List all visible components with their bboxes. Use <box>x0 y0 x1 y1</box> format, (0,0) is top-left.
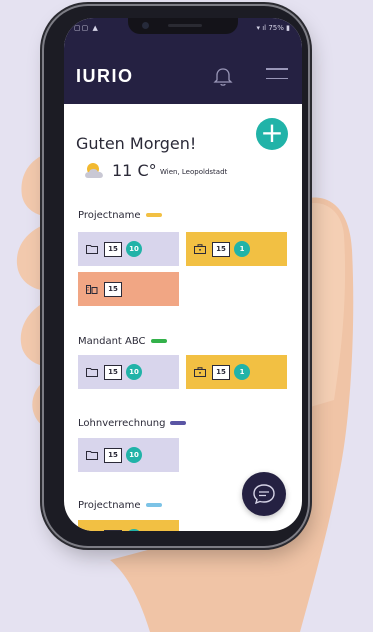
section-label-mandant-abc[interactable]: Mandant ABC <box>78 336 167 347</box>
weather-location: Wien, Leopoldstadt <box>160 168 228 176</box>
folder-icon <box>86 451 98 460</box>
section-label-projectname[interactable]: Projectname <box>78 210 162 221</box>
temperature: 11 C° <box>112 161 157 180</box>
tile-count: 15 <box>104 365 122 380</box>
notch <box>128 18 238 34</box>
notification-badge: 1 <box>234 364 250 380</box>
dashboard: Guten Morgen! + 11 C° Wien, Leopoldstadt… <box>64 104 302 531</box>
section-label-projectname-2[interactable]: Projectname <box>78 500 162 511</box>
section-color-pill <box>145 213 162 217</box>
tile-folder[interactable]: 15 10 <box>78 438 179 472</box>
section-color-pill <box>170 421 187 425</box>
notification-badge: 10 <box>126 241 142 257</box>
section-label-lohnverrechnung[interactable]: Lohnverrechnung <box>78 418 187 429</box>
notification-badge: 10 <box>126 447 142 463</box>
tile-count: 15 <box>212 242 230 257</box>
bell-icon[interactable] <box>212 66 234 88</box>
tile-folder[interactable]: 15 10 <box>78 232 179 266</box>
greeting-heading: Guten Morgen! <box>76 134 197 153</box>
app-screen: ▢▢ ▲ ▾ ıl 75% ▮ IURIO Guten Morgen! + 11… <box>64 18 302 531</box>
tile-folder[interactable]: 15 10 <box>78 355 179 389</box>
folder-icon <box>86 368 98 377</box>
tile-briefcase[interactable]: 15 1 <box>78 520 179 531</box>
tile-count: 15 <box>104 448 122 463</box>
partly-cloudy-icon <box>85 163 103 178</box>
folder-icon <box>86 245 98 254</box>
status-left-icons: ▢▢ ▲ <box>74 24 99 32</box>
section-color-pill <box>145 503 162 507</box>
tile-count: 15 <box>212 365 230 380</box>
app-logo: IURIO <box>76 66 134 86</box>
briefcase-icon <box>194 367 206 377</box>
chat-button[interactable] <box>242 472 286 516</box>
notification-badge: 1 <box>234 241 250 257</box>
status-right-indicators: ▾ ıl 75% ▮ <box>256 24 291 32</box>
tile-briefcase[interactable]: 15 1 <box>186 355 287 389</box>
tile-rooms[interactable]: 15 <box>78 272 179 306</box>
notification-badge: 10 <box>126 364 142 380</box>
tile-count: 15 <box>104 242 122 257</box>
briefcase-icon <box>194 244 206 254</box>
speaker-grille <box>168 24 202 27</box>
notification-badge: 1 <box>126 529 142 531</box>
tile-count: 15 <box>104 282 122 297</box>
rooms-icon <box>86 285 98 294</box>
tile-briefcase[interactable]: 15 1 <box>186 232 287 266</box>
hamburger-icon[interactable] <box>266 68 288 84</box>
tile-count: 15 <box>104 530 122 531</box>
add-button[interactable]: + <box>256 118 288 150</box>
camera-icon <box>142 22 149 29</box>
section-color-pill <box>150 339 167 343</box>
chat-icon <box>253 484 275 505</box>
app-header: IURIO <box>64 40 302 104</box>
